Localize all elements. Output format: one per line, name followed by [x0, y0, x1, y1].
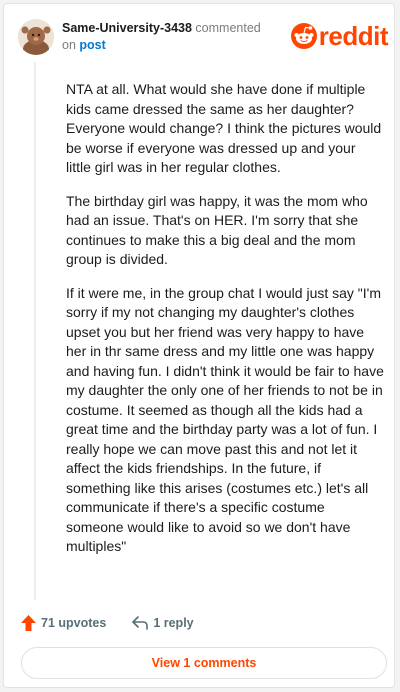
comment-paragraph-3: If it were me, in the group chat I would…	[66, 284, 384, 555]
post-link[interactable]: post	[79, 38, 105, 52]
comment-paragraph-1: NTA at all. What would she have done if …	[66, 81, 382, 175]
reply-button[interactable]: 1 reply	[132, 616, 194, 630]
avatar-image	[18, 19, 54, 55]
avatar[interactable]	[18, 19, 54, 55]
comment-paragraph-2: The birthday girl was happy, it was the …	[66, 192, 368, 268]
upvote-count: 71 upvotes	[41, 616, 107, 630]
upvote-arrow-icon	[21, 615, 36, 631]
on-text: on	[62, 38, 76, 52]
view-comments-button[interactable]: View 1 comments	[21, 647, 387, 679]
reply-arrow-icon	[132, 616, 149, 630]
comment-body: NTA at all. What would she have done if …	[66, 80, 384, 571]
reply-count: 1 reply	[153, 616, 194, 630]
author-name[interactable]: Same-University-3438	[62, 21, 192, 35]
reddit-logo: reddit	[290, 21, 389, 51]
comment-header: Same-University-3438 commented on post r…	[18, 17, 389, 57]
reddit-alien-icon	[290, 23, 317, 49]
comment-card: Same-University-3438 commented on post r…	[3, 3, 395, 688]
reddit-wordmark: reddit	[318, 21, 389, 51]
comment-meta: Same-University-3438 commented on post	[62, 20, 261, 54]
upvote-button[interactable]: 71 upvotes	[21, 615, 106, 631]
action-text: commented	[195, 21, 261, 35]
thread-line	[34, 62, 36, 600]
comment-actions: 71 upvotes 1 reply	[21, 612, 220, 634]
